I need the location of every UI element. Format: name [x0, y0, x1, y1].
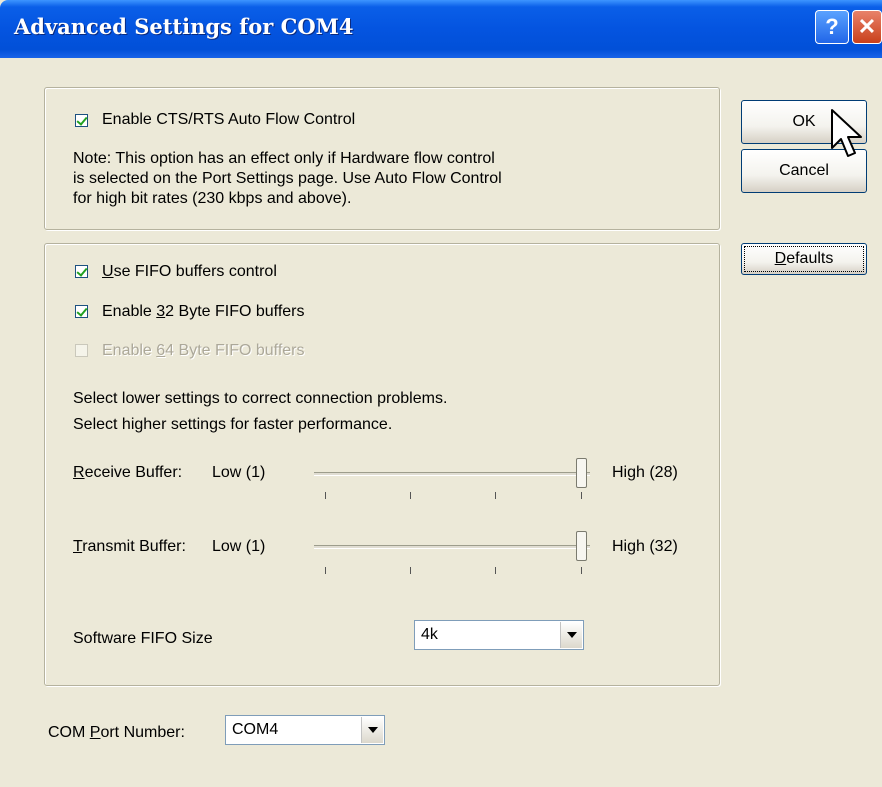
- transmit-low-label: Low (1): [212, 538, 266, 555]
- transmit-high-label: High (32): [612, 538, 678, 555]
- fifo-hint-line-2: Select higher settings for faster perfor…: [73, 416, 393, 433]
- transmit-tick: [325, 567, 326, 574]
- transmit-slider-track[interactable]: [314, 545, 590, 549]
- software-fifo-label: Software FIFO Size: [73, 630, 213, 647]
- receive-buffer-label: Receive Buffer:: [73, 464, 183, 481]
- fifo-hint-line-1: Select lower settings to correct connect…: [73, 390, 448, 407]
- receive-high-label: High (28): [612, 464, 678, 481]
- transmit-tick: [495, 567, 496, 574]
- chevron-down-icon[interactable]: [560, 622, 582, 648]
- receive-tick: [410, 492, 411, 499]
- chevron-down-icon[interactable]: [361, 717, 383, 743]
- receive-slider-thumb[interactable]: [576, 458, 587, 488]
- enable-64-byte-checkbox: [75, 344, 88, 357]
- transmit-slider-thumb[interactable]: [576, 531, 587, 561]
- use-fifo-label[interactable]: Use FIFO buffers control: [102, 262, 277, 282]
- cts-rts-checkbox[interactable]: [75, 114, 88, 127]
- flow-note-line-3: for high bit rates (230 kbps and above).: [73, 190, 352, 207]
- com-port-value: COM4: [232, 721, 279, 738]
- flow-note-line-2: is selected on the Port Settings page. U…: [73, 170, 502, 187]
- window-title: Advanced Settings for COM4: [14, 14, 354, 39]
- transmit-tick: [410, 567, 411, 574]
- receive-tick: [581, 492, 582, 499]
- enable-32-byte-label[interactable]: Enable 32 Byte FIFO buffers: [102, 302, 304, 322]
- close-icon[interactable]: ✕: [852, 10, 882, 44]
- software-fifo-value: 4k: [421, 626, 438, 643]
- com-port-select[interactable]: COM4: [225, 715, 385, 745]
- receive-low-label: Low (1): [212, 464, 266, 481]
- help-icon[interactable]: ?: [815, 10, 849, 44]
- receive-tick: [495, 492, 496, 499]
- enable-64-byte-label: Enable 64 Byte FIFO buffers: [102, 342, 305, 359]
- software-fifo-select[interactable]: 4k: [414, 620, 584, 650]
- flow-note-line-1: Note: This option has an effect only if …: [73, 150, 495, 167]
- receive-tick: [325, 492, 326, 499]
- title-bar[interactable]: Advanced Settings for COM4 ? ✕: [0, 0, 882, 58]
- mouse-cursor-icon: [831, 109, 862, 157]
- transmit-buffer-label: Transmit Buffer:: [73, 538, 186, 555]
- receive-slider-track[interactable]: [314, 472, 590, 476]
- cts-rts-label[interactable]: Enable CTS/RTS Auto Flow Control: [102, 110, 355, 130]
- use-fifo-checkbox[interactable]: [75, 265, 88, 278]
- enable-32-byte-checkbox[interactable]: [75, 305, 88, 318]
- defaults-button[interactable]: Defaults: [741, 243, 867, 275]
- com-port-label: COM Port Number:: [48, 724, 185, 741]
- transmit-tick: [581, 567, 582, 574]
